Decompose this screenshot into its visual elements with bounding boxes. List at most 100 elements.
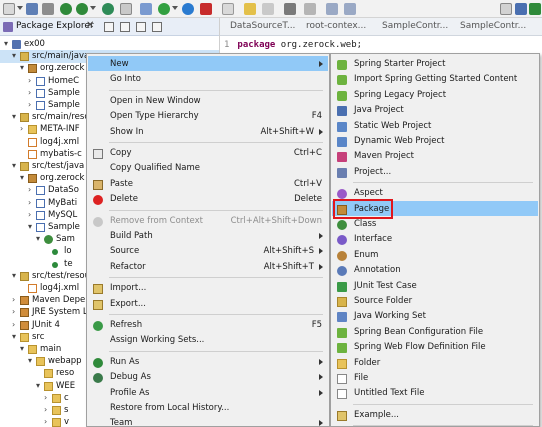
editor-tab-datasource[interactable]: DataSourceT... [230,21,295,31]
external-tools-icon[interactable] [182,3,194,15]
editor-tab-sample-controller-2[interactable]: SampleContr... [460,21,526,31]
run-last-dropdown-icon[interactable] [172,6,178,10]
collapsed-arrow-icon[interactable]: › [28,76,36,85]
package-explorer-tab[interactable]: Package Explorer ✕ [0,18,219,36]
menu-item-paste[interactable]: Paste Ctrl+V [88,176,328,191]
stop-icon[interactable] [200,3,212,15]
menu-item-spring-bean-configuration-file[interactable]: Spring Bean Configuration File [332,324,538,339]
run-icon[interactable] [76,3,88,15]
menu-item-go-into[interactable]: Go Into [88,71,328,86]
menu-item-import[interactable]: Import... [88,280,328,295]
collapsed-arrow-icon[interactable]: › [28,88,36,97]
close-icon[interactable]: ✕ [86,20,94,31]
menu-item-show-in[interactable]: Show In Alt+Shift+W [88,124,328,139]
collapsed-arrow-icon[interactable]: › [44,405,52,414]
collapsed-arrow-icon[interactable]: › [28,198,36,207]
menu-item-debug-as[interactable]: Debug As [88,369,328,384]
perspective-icon[interactable] [500,3,512,15]
collapsed-arrow-icon[interactable]: › [28,185,36,194]
menu-item-java-project[interactable]: Java Project [332,102,538,117]
print-icon[interactable] [42,3,54,15]
expanded-arrow-icon[interactable]: ▾ [12,51,20,60]
menu-item-team[interactable]: Team [88,415,328,427]
menu-item-open-in-new-window[interactable]: Open in New Window [88,93,328,108]
new-dropdown-icon[interactable] [17,6,23,10]
expanded-arrow-icon[interactable]: ▾ [36,234,44,243]
menu-item-example[interactable]: Example... [332,407,538,422]
expanded-arrow-icon[interactable]: ▾ [36,381,44,390]
menu-item-junit-test-case[interactable]: JUnit Test Case [332,278,538,293]
run-dropdown-icon[interactable] [90,6,96,10]
nav-icon[interactable] [120,3,132,15]
menu-item-dynamic-web-project[interactable]: Dynamic Web Project [332,133,538,148]
expanded-arrow-icon[interactable]: ▾ [28,222,36,231]
code-line-1[interactable]: 1 package org.zerock.web; [224,40,362,50]
editor-tab-root-context[interactable]: root-contex... [306,21,366,31]
expanded-arrow-icon[interactable]: ▾ [12,332,20,341]
menu-item-refactor[interactable]: Refactor Alt+Shift+T [88,259,328,274]
menu-item-folder[interactable]: Folder [332,355,538,370]
open-type-icon[interactable] [244,3,256,15]
collapsed-arrow-icon[interactable]: › [44,417,52,426]
link-editor-icon[interactable] [120,22,130,32]
menu-item-enum[interactable]: Enum [332,247,538,262]
menu-item-source[interactable]: Source Alt+Shift+S [88,243,328,258]
focus-icon[interactable] [136,22,146,32]
expanded-arrow-icon[interactable]: ▾ [28,356,36,365]
next-annotation-icon[interactable] [284,3,296,15]
menu-item-assign-working-sets[interactable]: Assign Working Sets... [88,332,328,347]
menu-item-source-folder[interactable]: Source Folder [332,293,538,308]
menu-item-new[interactable]: New [88,56,328,72]
menu-item-file[interactable]: File [332,370,538,385]
menu-item-import-spring-getting-started-content[interactable]: Import Spring Getting Started Content [332,71,538,86]
save-icon[interactable] [26,3,38,15]
menu-item-refresh[interactable]: Refresh F5 [88,317,328,332]
menu-item-spring-legacy-project[interactable]: Spring Legacy Project [332,87,538,102]
expanded-arrow-icon[interactable]: ▾ [12,271,20,280]
open-task-icon[interactable] [262,3,274,15]
menu-item-spring-starter-project[interactable]: Spring Starter Project [332,56,538,71]
spring-boot-icon[interactable] [102,3,114,15]
menu-item-project[interactable]: Project... [332,164,538,179]
collapsed-arrow-icon[interactable]: › [28,210,36,219]
menu-item-copy[interactable]: Copy Ctrl+C [88,145,328,160]
menu-item-java-working-set[interactable]: Java Working Set [332,308,538,323]
new-icon[interactable] [3,3,15,15]
menu-item-open-type-hierarchy[interactable]: Open Type Hierarchy F4 [88,108,328,123]
menu-item-copy-qualified-name[interactable]: Copy Qualified Name [88,160,328,175]
collapsed-arrow-icon[interactable]: › [12,295,20,304]
menu-item-interface[interactable]: Interface [332,231,538,246]
menu-item-untitled-text-file[interactable]: Untitled Text File [332,385,538,400]
menu-item-static-web-project[interactable]: Static Web Project [332,118,538,133]
expanded-arrow-icon[interactable]: ▾ [4,39,12,48]
collapsed-arrow-icon[interactable]: › [12,320,20,329]
search-icon[interactable] [222,3,234,15]
menu-item-annotation[interactable]: Annotation [332,262,538,277]
menu-item-delete[interactable]: Delete Delete [88,191,328,206]
expanded-arrow-icon[interactable]: ▾ [12,161,20,170]
collapse-all-icon[interactable] [104,22,114,32]
debug-icon[interactable] [60,3,72,15]
collapsed-arrow-icon[interactable]: › [44,393,52,402]
expanded-arrow-icon[interactable]: ▾ [20,63,28,72]
collapsed-arrow-icon[interactable]: › [20,124,28,133]
menu-item-export[interactable]: Export... [88,296,328,311]
collapsed-arrow-icon[interactable]: › [12,307,20,316]
menu-item-run-as[interactable]: Run As [88,354,328,369]
expanded-arrow-icon[interactable]: ▾ [12,112,20,121]
menu-item-restore-from-local-history[interactable]: Restore from Local History... [88,400,328,415]
prev-annotation-icon[interactable] [304,3,316,15]
run-last-icon[interactable] [158,3,170,15]
expanded-arrow-icon[interactable]: ▾ [20,173,28,182]
view-menu-icon[interactable] [152,22,162,32]
collapsed-arrow-icon[interactable]: › [28,100,36,109]
menu-item-spring-web-flow-definition-file[interactable]: Spring Web Flow Definition File [332,339,538,354]
debug-perspective-icon[interactable] [529,3,541,15]
forward-icon[interactable] [344,3,356,15]
build-icon[interactable] [140,3,152,15]
menu-item-build-path[interactable]: Build Path [88,228,328,243]
editor-tab-sample-controller-1[interactable]: SampleContr... [382,21,448,31]
menu-item-profile-as[interactable]: Profile As [88,385,328,400]
expanded-arrow-icon[interactable]: ▾ [20,344,28,353]
java-perspective-icon[interactable] [515,3,527,15]
